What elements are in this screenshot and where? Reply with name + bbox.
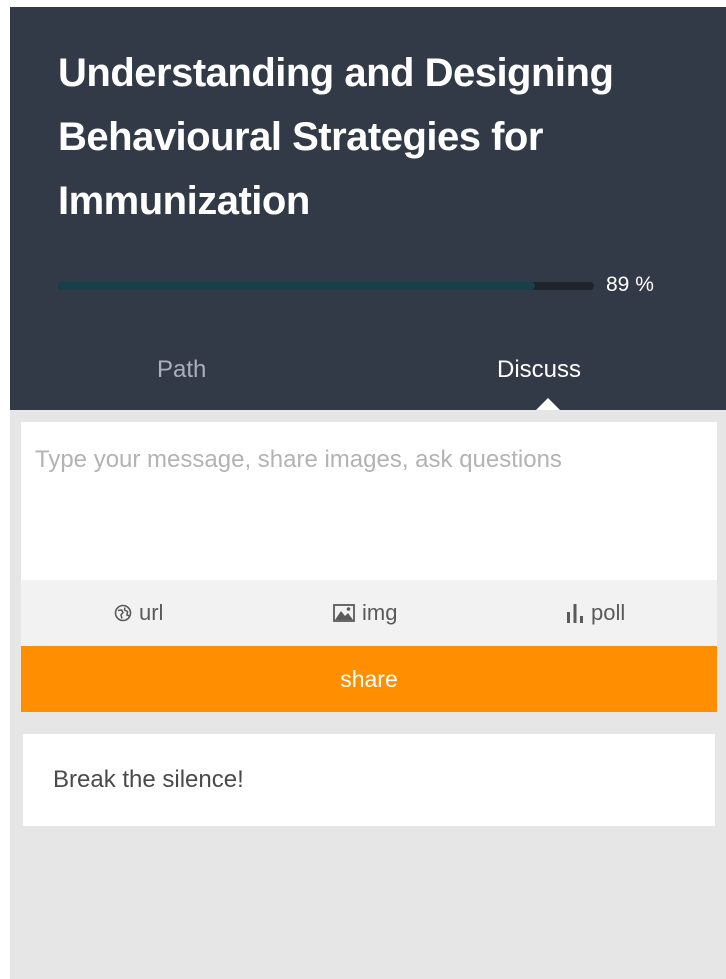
tab-path[interactable]: Path <box>157 355 206 385</box>
empty-state-message: Break the silence! <box>53 766 244 793</box>
active-tab-indicator <box>536 398 560 410</box>
course-header: Understanding and Designing Behavioural … <box>10 7 726 410</box>
add-image-label: img <box>362 600 398 625</box>
add-url-button[interactable]: url <box>114 596 163 630</box>
add-url-label: url <box>139 600 164 625</box>
share-button[interactable]: share <box>21 646 717 712</box>
add-poll-button[interactable]: poll <box>566 596 625 630</box>
globe-icon <box>114 604 132 622</box>
course-title: Understanding and Designing Behavioural … <box>58 51 614 223</box>
add-image-button[interactable]: img <box>333 596 397 630</box>
message-composer <box>21 422 717 580</box>
image-icon <box>333 604 355 622</box>
progress-bar-fill <box>58 282 536 290</box>
message-input[interactable] <box>35 444 703 554</box>
add-poll-label: poll <box>591 600 626 625</box>
composer-toolbar: url img poll <box>21 580 717 646</box>
app-frame: Understanding and Designing Behavioural … <box>10 7 726 979</box>
progress-percentage: 89 % <box>606 273 654 296</box>
progress-bar <box>58 282 594 290</box>
discussion-empty-state: Break the silence! <box>23 734 715 826</box>
tab-discuss[interactable]: Discuss <box>497 355 581 385</box>
bar-chart-icon <box>566 603 584 623</box>
